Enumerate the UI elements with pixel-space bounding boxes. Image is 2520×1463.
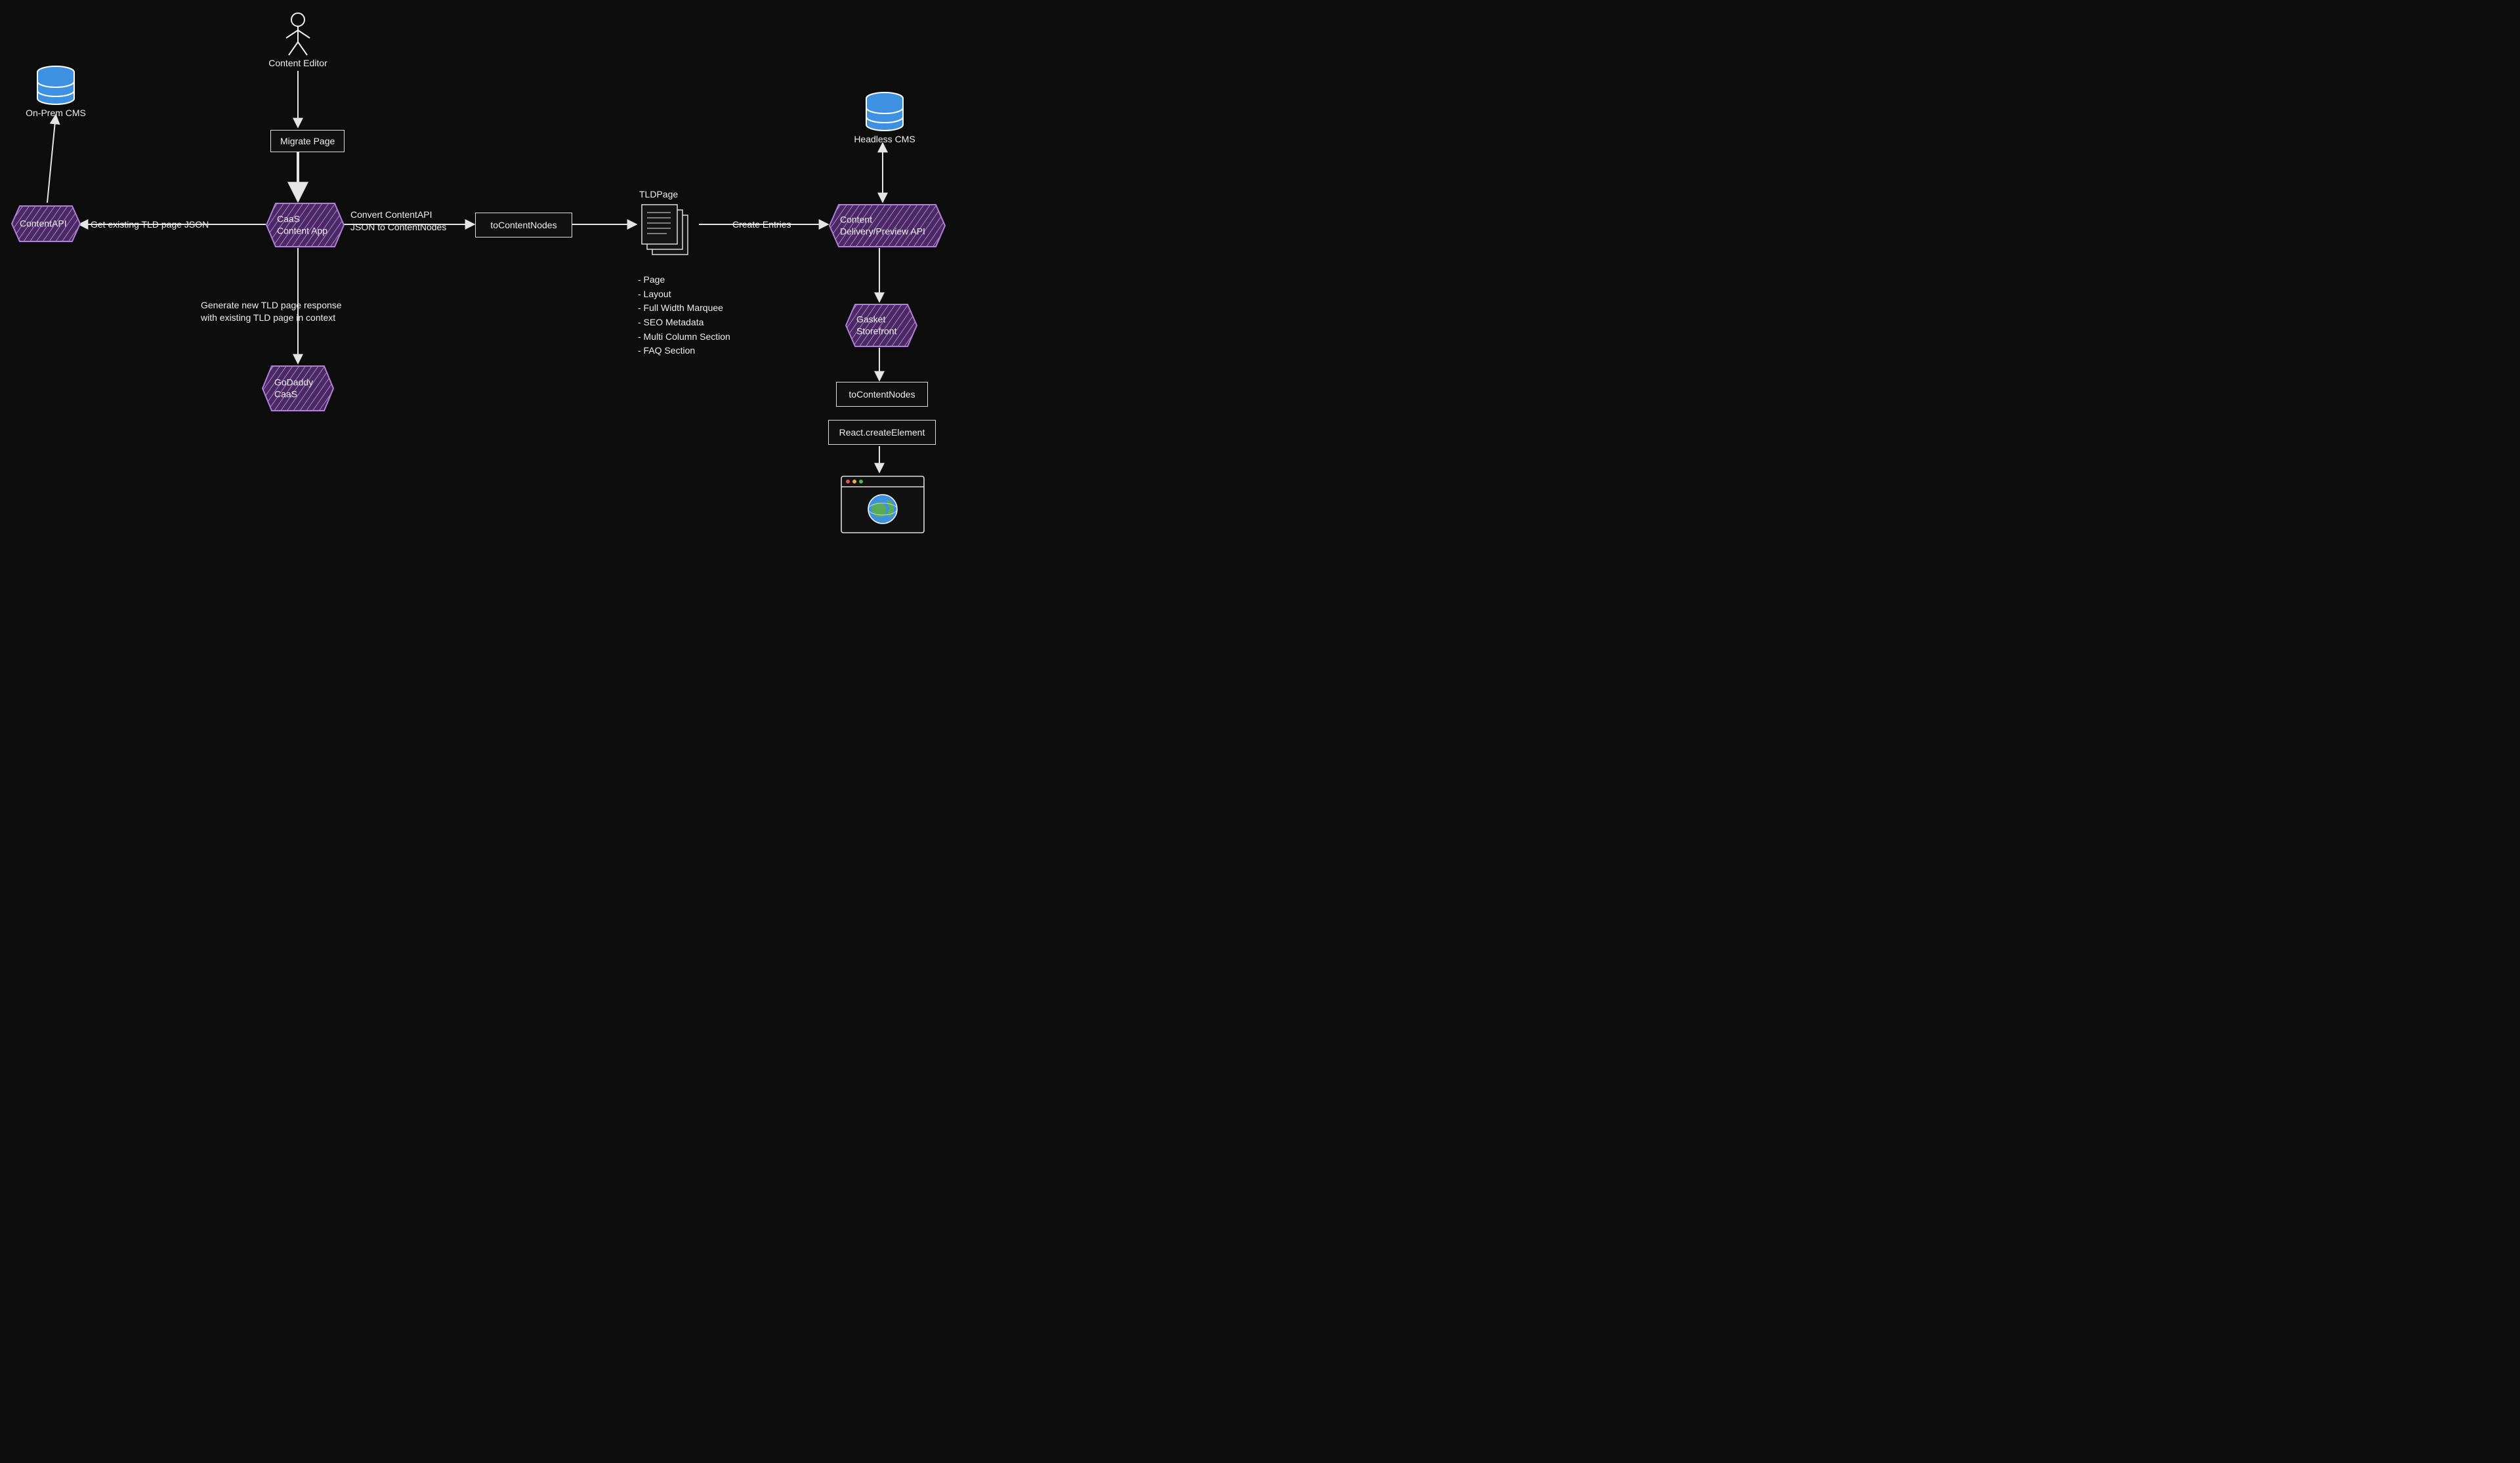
- box-react-createelement: React.createElement: [828, 420, 936, 445]
- box-tocontentnodes-1: toContentNodes: [475, 213, 572, 237]
- actor-label: Content Editor: [268, 58, 327, 68]
- arrows-layer: [0, 0, 965, 551]
- db-headless-cms: Headless CMS: [865, 92, 904, 131]
- hex-content-delivery-api: Content Delivery/Preview API: [828, 203, 946, 248]
- edge-label-get-json: Get existing TLD page JSON: [91, 218, 209, 231]
- db-onprem-label: On-Prem CMS: [26, 108, 86, 118]
- hex-gasket-storefront: Gasket Storefront: [845, 303, 918, 348]
- architecture-diagram: On-Prem CMS Headless CMS Content Editor …: [0, 0, 965, 551]
- hex-cdapi-label: Content Delivery/Preview API: [840, 215, 925, 237]
- hex-contentapi-label: ContentAPI: [20, 218, 67, 230]
- docstack-title: TLDPage: [639, 189, 678, 199]
- box-tocontentnodes-2: toContentNodes: [836, 382, 928, 407]
- browser-window-icon: [840, 475, 925, 534]
- hex-godaddy-caas: GoDaddy CaaS: [261, 365, 335, 412]
- hex-contentapi: ContentAPI: [10, 205, 81, 243]
- hex-caas-app-label: CaaS Content App: [277, 214, 327, 237]
- actor-content-editor: Content Editor: [282, 12, 314, 58]
- edge-label-generate: Generate new TLD page response with exis…: [201, 299, 342, 324]
- edge-label-create-entries: Create Entries: [732, 218, 791, 231]
- db-headless-label: Headless CMS: [854, 134, 915, 144]
- hex-godaddy-label: GoDaddy CaaS: [274, 377, 313, 400]
- hex-gasket-label: Gasket Storefront: [856, 314, 896, 337]
- docstack-tldpage: TLDPage: [639, 203, 694, 258]
- hex-caas-content-app: CaaS Content App: [265, 202, 345, 248]
- docstack-items: - Page - Layout - Full Width Marquee - S…: [638, 273, 730, 358]
- db-onprem-cms: On-Prem CMS: [36, 66, 75, 105]
- edge-label-convert: Convert ContentAPI JSON to ContentNodes: [350, 209, 446, 234]
- box-migrate-page: Migrate Page: [270, 130, 345, 152]
